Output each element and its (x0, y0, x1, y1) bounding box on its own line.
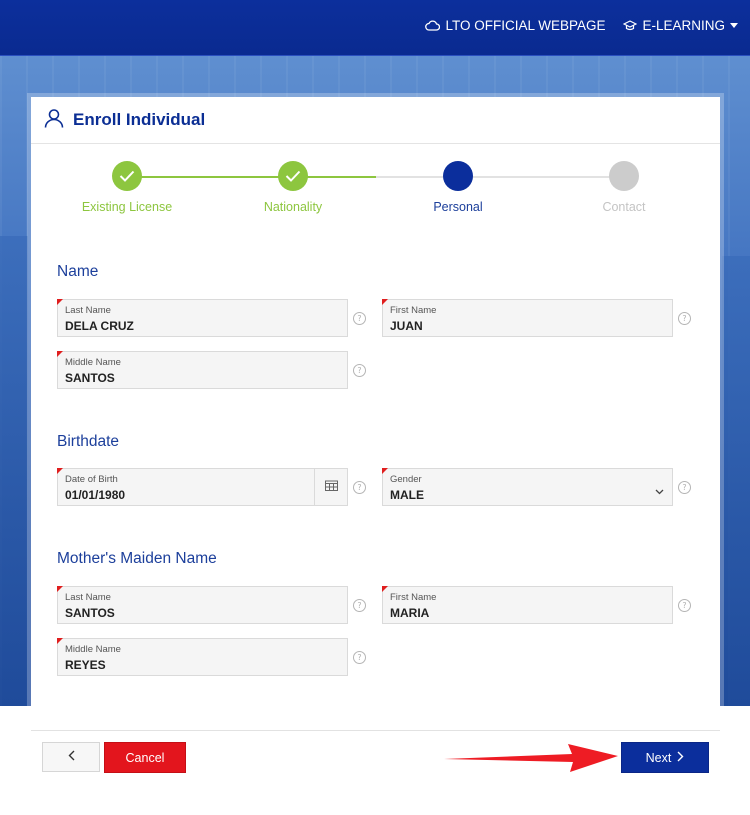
field-value: MALE (390, 488, 424, 502)
middle-name-field[interactable]: Middle Name SANTOS (57, 351, 348, 389)
field-label: First Name (390, 305, 437, 316)
step-label: Nationality (263, 200, 323, 214)
upcoming-step-dot (609, 161, 639, 191)
caret-down-icon (730, 22, 738, 29)
field-value: 01/01/1980 (65, 488, 126, 502)
help-icon[interactable]: ? (678, 312, 691, 325)
field-label: Last Name (65, 592, 111, 603)
help-icon[interactable]: ? (353, 364, 366, 377)
field-value: MARIA (390, 606, 430, 620)
cancel-button[interactable]: Cancel (104, 742, 186, 773)
help-icon[interactable]: ? (678, 481, 691, 494)
field-label: Gender (390, 474, 422, 485)
section-title-birthdate: Birthdate (57, 433, 120, 450)
first-name-field[interactable]: First Name JUAN (382, 299, 673, 337)
step-label: Contact (602, 200, 646, 214)
field-label: Last Name (65, 305, 111, 316)
next-button[interactable]: Next (621, 742, 709, 773)
lto-official-webpage-label: LTO OFFICIAL WEBPAGE (445, 18, 606, 33)
field-value: DELA CRUZ (65, 319, 134, 333)
check-icon (278, 161, 308, 191)
calendar-button[interactable] (314, 469, 347, 505)
chevron-right-icon (677, 751, 684, 765)
help-icon[interactable]: ? (353, 312, 366, 325)
card-header: Enroll Individual (31, 97, 720, 144)
calendar-icon (324, 478, 338, 496)
step-label: Existing License (81, 200, 173, 214)
user-icon (44, 108, 64, 133)
help-icon[interactable]: ? (353, 481, 366, 494)
lto-official-webpage-link[interactable]: LTO OFFICIAL WEBPAGE (425, 18, 605, 33)
section-title-mothers-maiden-name: Mother's Maiden Name (57, 550, 217, 567)
field-label: Date of Birth (65, 474, 118, 485)
step-label: Personal (433, 200, 483, 214)
chevron-down-icon (655, 482, 664, 500)
field-label: First Name (390, 592, 437, 603)
step-existing-license[interactable]: Existing License (57, 161, 197, 214)
field-value: SANTOS (65, 371, 115, 385)
chevron-left-icon (68, 748, 75, 766)
mother-last-name-field[interactable]: Last Name SANTOS (57, 586, 348, 624)
field-label: Middle Name (65, 357, 121, 368)
graduation-cap-icon (623, 19, 638, 32)
progress-stepper: Existing License Nationality Personal Co… (31, 161, 720, 221)
e-learning-menu[interactable]: E-LEARNING (623, 18, 738, 33)
check-icon (112, 161, 142, 191)
top-nav-links: LTO OFFICIAL WEBPAGE E-LEARNING (425, 18, 738, 33)
field-value: REYES (65, 658, 106, 672)
page-title: Enroll Individual (73, 110, 206, 129)
step-nationality[interactable]: Nationality (223, 161, 363, 214)
step-contact: Contact (554, 161, 694, 214)
field-value: JUAN (390, 319, 423, 333)
e-learning-label: E-LEARNING (642, 18, 725, 33)
next-button-label: Next (645, 750, 672, 765)
annotation-arrow-icon (444, 742, 619, 779)
current-step-dot (443, 161, 473, 191)
date-of-birth-field[interactable]: Date of Birth 01/01/1980 (57, 468, 348, 506)
mother-middle-name-field[interactable]: Middle Name REYES (57, 638, 348, 676)
help-icon[interactable]: ? (678, 599, 691, 612)
step-personal: Personal (388, 161, 528, 214)
enroll-card: Enroll Individual Existing License Natio… (31, 97, 720, 797)
background-building-right (722, 256, 750, 706)
cloud-icon (425, 20, 441, 31)
background-building-left (0, 236, 28, 706)
last-name-field[interactable]: Last Name DELA CRUZ (57, 299, 348, 337)
mother-first-name-field[interactable]: First Name MARIA (382, 586, 673, 624)
field-label: Middle Name (65, 644, 121, 655)
gender-select[interactable]: Gender MALE (382, 468, 673, 506)
back-button[interactable] (42, 742, 100, 772)
help-icon[interactable]: ? (353, 599, 366, 612)
help-icon[interactable]: ? (353, 651, 366, 664)
field-value: SANTOS (65, 606, 115, 620)
top-navbar: LTO OFFICIAL WEBPAGE E-LEARNING (0, 0, 750, 56)
section-title-name: Name (57, 263, 99, 280)
